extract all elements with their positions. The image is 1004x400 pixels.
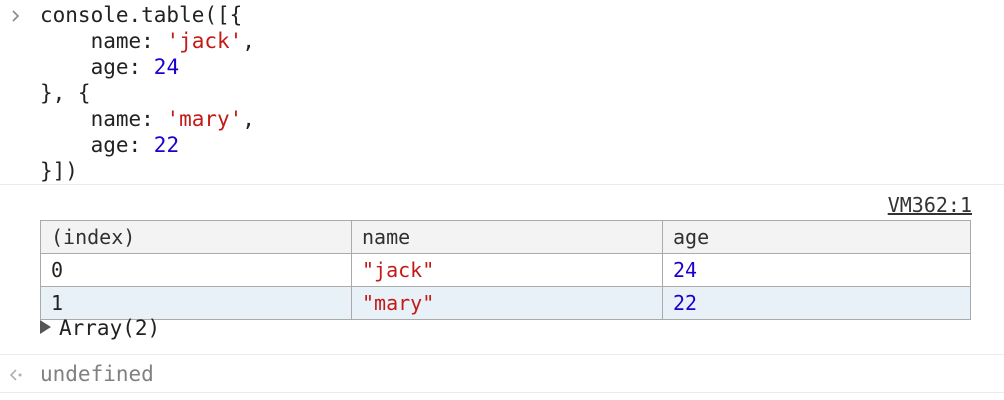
console-table: (index) name age 0 "jack" 24 1 "mary" 22 [40,220,971,320]
chevron-right-icon [8,8,24,24]
code-line: age: 24 [40,54,1004,80]
code-token: age: [40,55,154,79]
code-block: console.table([{ name: 'jack', age: 24},… [40,2,1004,184]
index-cell: 0 [40,253,352,287]
table-row: 1 "mary" 22 [40,286,971,320]
string-token: 'mary' [166,107,243,131]
triangle-right-icon[interactable] [40,320,51,334]
code-token: age: [40,133,154,157]
code-token: }]) [40,159,78,183]
column-header-name[interactable]: name [351,220,663,254]
code-token: name: [40,29,167,53]
name-cell: "mary" [351,286,663,320]
array-expander[interactable]: Array(2) [40,315,160,341]
table-header-row: (index) name age [40,220,971,254]
code-line: age: 22 [40,132,1004,158]
column-header-index[interactable]: (index) [40,220,352,254]
number-token: 22 [153,133,180,157]
console-result-entry: undefined [0,355,1004,393]
code-token: name: [40,107,167,131]
result-arrow-icon [6,365,24,383]
code-line: console.table([{ [40,2,1004,28]
array-label: Array(2) [59,316,161,340]
code-line: }]) [40,158,1004,184]
code-line: name: 'mary', [40,106,1004,132]
code-token: console.table([{ [40,3,243,27]
string-token: 'jack' [166,29,243,53]
result-value: undefined [40,362,154,386]
code-token: , [242,107,255,131]
code-token: }, { [40,81,91,105]
age-cell: 24 [662,253,971,287]
column-header-age[interactable]: age [662,220,971,254]
code-token: , [242,29,255,53]
console-input-entry[interactable]: console.table([{ name: 'jack', age: 24},… [0,0,1004,185]
console-panel: console.table([{ name: 'jack', age: 24},… [0,0,1004,400]
console-output-entry: VM362:1 (index) name age 0 "jack" 24 1 "… [0,185,1004,355]
source-link[interactable]: VM362:1 [888,193,972,217]
age-cell: 22 [662,286,971,320]
name-cell: "jack" [351,253,663,287]
number-token: 24 [153,55,180,79]
code-line: }, { [40,80,1004,106]
code-line: name: 'jack', [40,28,1004,54]
table-row: 0 "jack" 24 [40,253,971,287]
